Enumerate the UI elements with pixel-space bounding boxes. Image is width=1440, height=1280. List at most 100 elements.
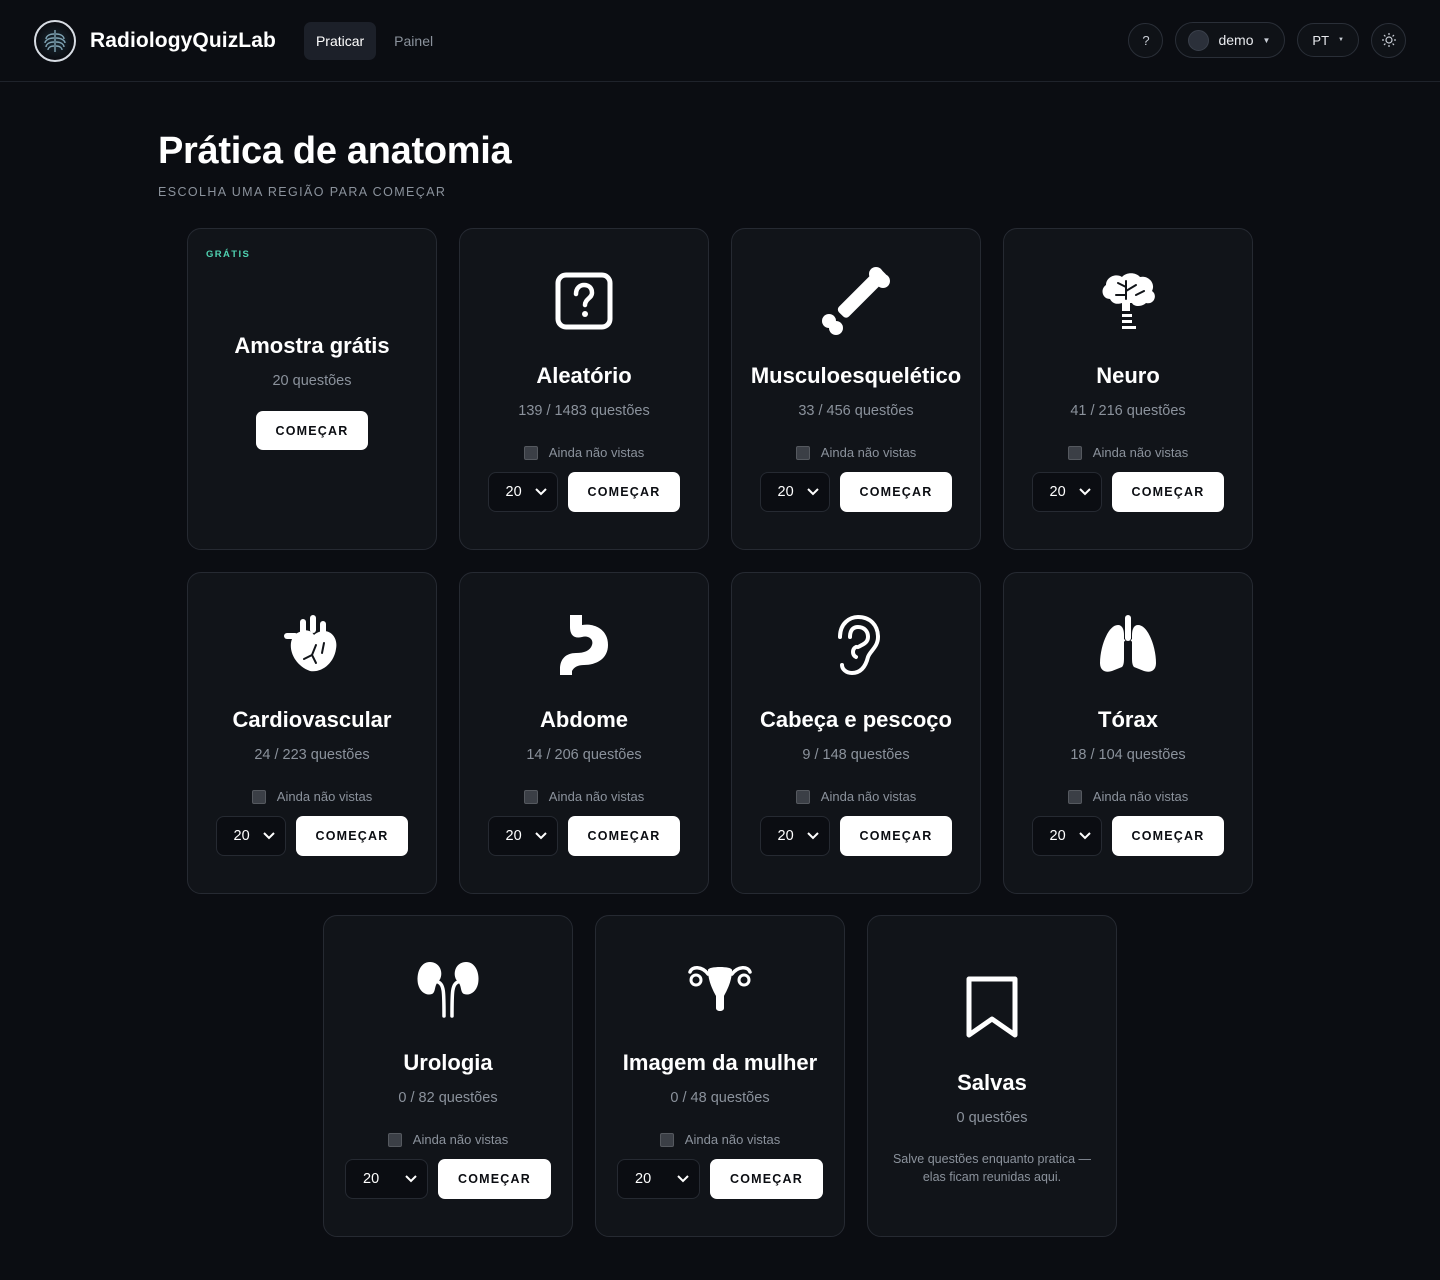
unseen-checkbox[interactable] [1067,789,1082,804]
question-count-select[interactable]: 20 [345,1159,428,1199]
unseen-label: Ainda não vistas [820,445,917,460]
card-controls: 20 COMEÇAR [487,472,681,512]
card-count: 139 / 1483 questões [518,403,650,419]
start-button[interactable]: COMEÇAR [567,472,681,512]
card-cardiovascular: Cardiovascular 24 / 223 questões Ainda n… [187,572,437,894]
card-title: Salvas [957,1070,1027,1095]
card-controls: 20 COMEÇAR [617,1159,823,1199]
unseen-filter[interactable]: Ainda não vistas [1067,789,1189,804]
uterus-icon [684,952,756,1024]
unseen-checkbox[interactable] [659,1132,674,1147]
card-title: Neuro [1096,363,1160,388]
card-title: Cabeça e pescoço [760,707,952,732]
help-button[interactable]: ? [1128,22,1164,58]
start-button[interactable]: COMEÇAR [567,816,681,856]
ribcage-logo-icon [34,19,76,62]
caret-down-icon: ▼ [1262,35,1271,45]
question-count-select[interactable]: 20 [215,816,286,856]
card-title: Cardiovascular [232,707,392,732]
avatar [1188,29,1210,51]
unseen-checkbox[interactable] [523,445,538,460]
card-aleatorio: Aleatório 139 / 1483 questões Ainda não … [459,228,709,550]
unseen-checkbox[interactable] [523,789,538,804]
card-count: 14 / 206 questões [526,747,642,763]
card-count: 41 / 216 questões [1070,403,1186,419]
user-menu-button[interactable]: demo ▼ [1175,22,1286,58]
card-count: 0 / 82 questões [398,1090,498,1106]
user-name: demo [1218,32,1254,48]
language-select[interactable]: PT ▼ [1297,23,1359,57]
card-cabeca-pescoco: Cabeça e pescoço 9 / 148 questões Ainda … [731,572,981,894]
chevron-down-icon [1078,488,1091,496]
stomach-icon [548,609,620,681]
question-count-select[interactable]: 20 [487,472,558,512]
select-value: 20 [635,1171,652,1187]
ear-icon [820,609,892,681]
unseen-filter[interactable]: Ainda não vistas [795,789,916,804]
question-count-select[interactable]: 20 [617,1159,700,1199]
unseen-checkbox[interactable] [795,789,810,804]
bookmark-icon [956,972,1028,1044]
start-button[interactable]: COMEÇAR [839,816,953,856]
start-button[interactable]: COMEÇAR [710,1159,823,1199]
start-button[interactable]: COMEÇAR [839,472,953,512]
main-nav: Praticar Painel [303,21,445,60]
lungs-icon [1092,609,1164,681]
question-count-select[interactable]: 20 [1031,816,1102,856]
question-count-select[interactable]: 20 [1031,472,1102,512]
unseen-label: Ainda não vistas [412,1132,509,1147]
theme-toggle-button[interactable] [1371,22,1406,58]
unseen-label: Ainda não vistas [548,445,645,460]
unseen-checkbox[interactable] [387,1132,402,1147]
unseen-filter[interactable]: Ainda não vistas [251,789,373,804]
card-neuro: Neuro 41 / 216 questões Ainda não vistas… [1003,228,1253,550]
start-button[interactable]: COMEÇAR [255,411,369,450]
unseen-checkbox[interactable] [795,445,810,460]
card-controls: 20 COMEÇAR [487,816,681,856]
unseen-checkbox[interactable] [251,789,266,804]
page-title: Prática de anatomia [158,130,512,172]
top-bar: RadiologyQuizLab Praticar Painel ? demo … [0,0,1440,82]
card-controls: 20 COMEÇAR [1031,816,1225,856]
select-value: 20 [777,828,794,844]
unseen-checkbox[interactable] [1067,445,1082,460]
free-badge: GRÁTIS [206,249,251,260]
card-title: Imagem da mulher [622,1050,818,1075]
tab-painel[interactable]: Painel [382,22,445,60]
card-title: Abdome [540,707,628,732]
chevron-down-icon [534,832,547,840]
page-subtitle: ESCOLHA UMA REGIÃO PARA COMEÇAR [158,185,447,199]
start-button[interactable]: COMEÇAR [1111,816,1225,856]
tab-praticar[interactable]: Praticar [303,21,377,60]
card-count: 24 / 223 questões [254,747,370,763]
unseen-label: Ainda não vistas [684,1132,781,1147]
chevron-down-icon [262,832,275,840]
start-button[interactable]: COMEÇAR [1111,472,1225,512]
unseen-filter[interactable]: Ainda não vistas [1067,445,1188,460]
question-count-select[interactable]: 20 [759,816,830,856]
chevron-down-icon [405,1175,417,1183]
unseen-label: Ainda não vistas [276,789,373,804]
card-count: 9 / 148 questões [802,747,910,763]
logo[interactable]: RadiologyQuizLab [34,19,276,62]
card-count: 18 / 104 questões [1070,747,1186,763]
card-salvas[interactable]: Salvas 0 questões Salve questões enquant… [867,915,1117,1237]
bone-icon [820,265,892,337]
unseen-label: Ainda não vistas [1092,789,1189,804]
card-imagem-da-mulher: Imagem da mulher 0 / 48 questões Ainda n… [595,915,845,1237]
unseen-filter[interactable]: Ainda não vistas [795,445,917,460]
start-button[interactable]: COMEÇAR [438,1159,551,1199]
brand-name: RadiologyQuizLab [90,28,276,52]
unseen-filter[interactable]: Ainda não vistas [523,445,645,460]
kidneys-icon [412,952,484,1024]
unseen-filter[interactable]: Ainda não vistas [659,1132,781,1147]
card-controls: 20 COMEÇAR [759,816,953,856]
unseen-label: Ainda não vistas [548,789,645,804]
question-count-select[interactable]: 20 [487,816,558,856]
unseen-filter[interactable]: Ainda não vistas [387,1132,509,1147]
unseen-filter[interactable]: Ainda não vistas [523,789,645,804]
chevron-down-icon [677,1175,689,1183]
question-count-select[interactable]: 20 [759,472,830,512]
saved-note: Salve questões enquanto pratica — elas f… [892,1152,1092,1184]
start-button[interactable]: COMEÇAR [295,816,409,856]
